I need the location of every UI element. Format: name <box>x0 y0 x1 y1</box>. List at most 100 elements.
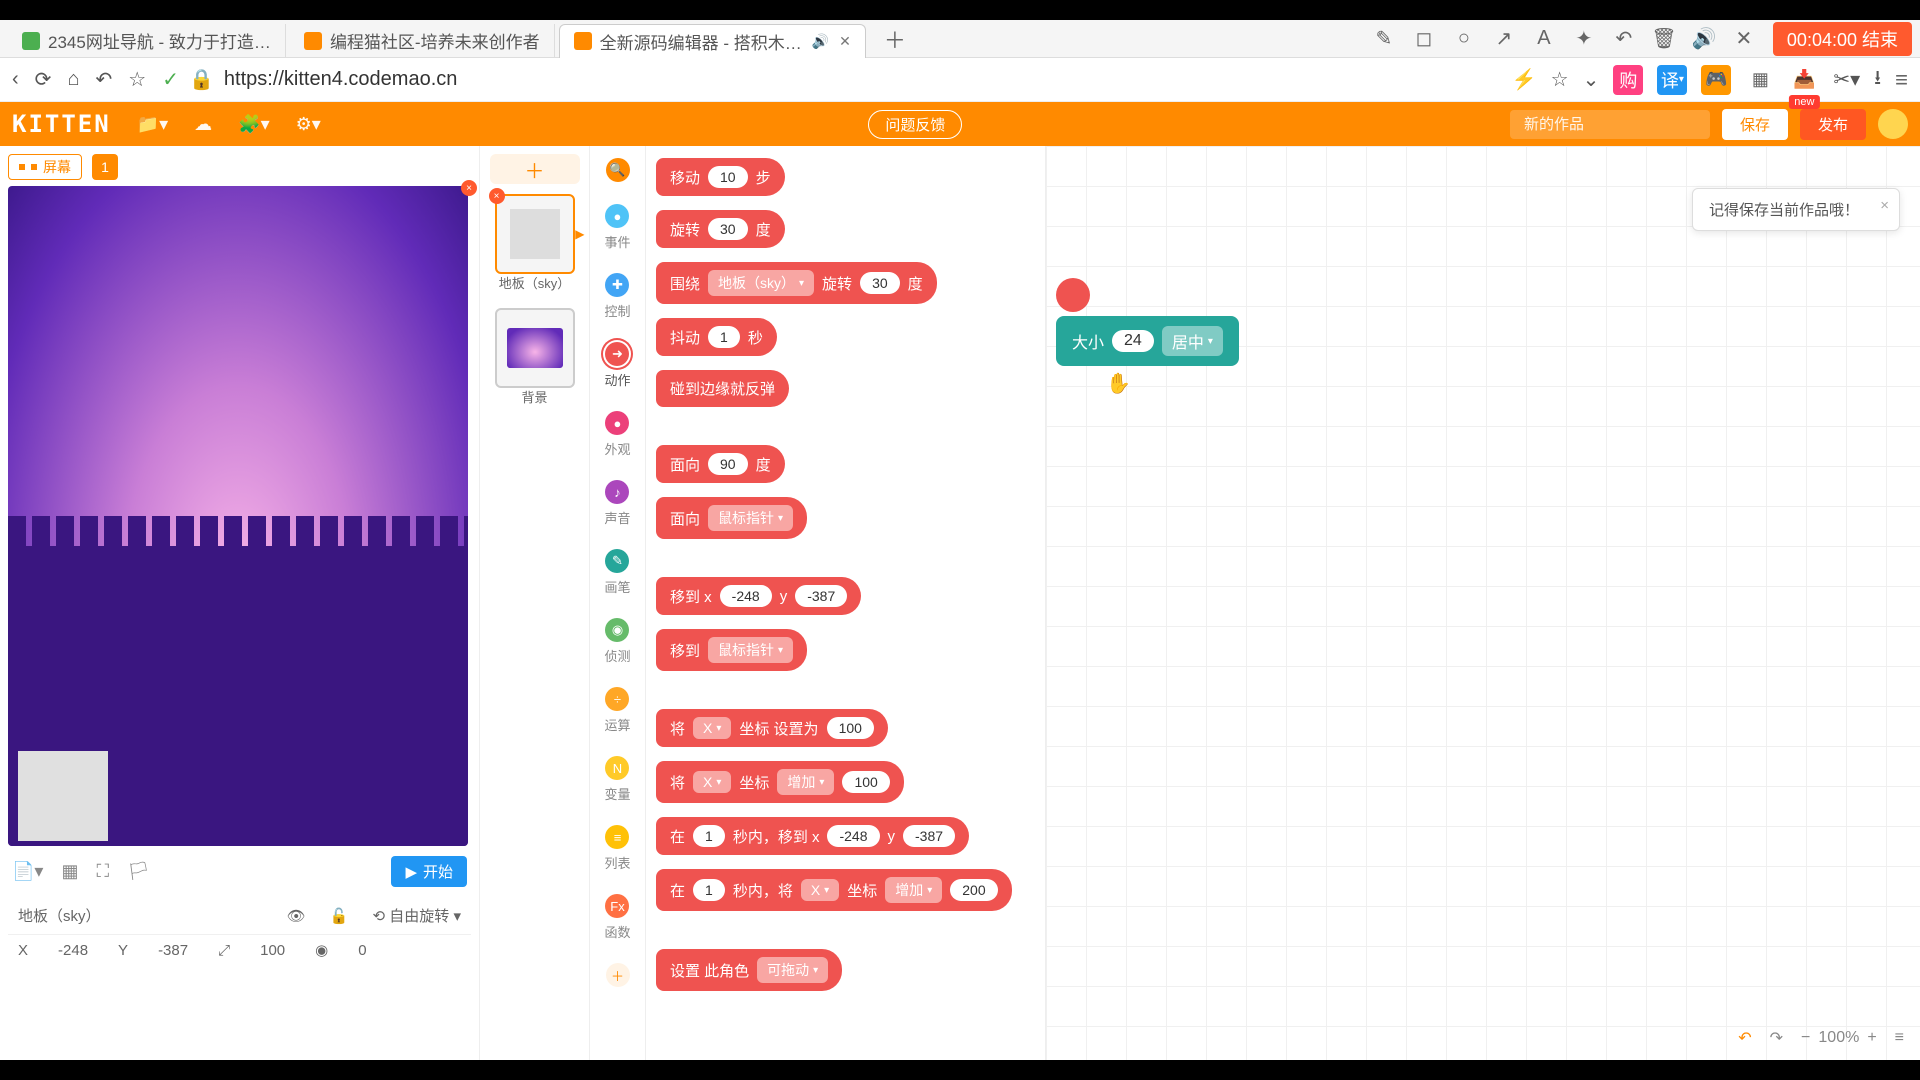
visibility-icon[interactable]: 👁 <box>287 907 306 925</box>
recording-timer[interactable]: 00:04:00 结束 <box>1773 22 1912 56</box>
project-name-input[interactable] <box>1510 110 1710 139</box>
browser-tab-2[interactable]: 编程猫社区-培养未来创作者 <box>290 24 555 58</box>
refresh-button[interactable]: ⟳ <box>35 67 52 92</box>
sprite-thumb-1[interactable]: × ▶ 地板（sky） <box>495 194 575 274</box>
cat-search[interactable]: 🔍 <box>606 158 630 182</box>
wand-icon[interactable]: ✦ <box>1573 28 1595 50</box>
lock-icon[interactable]: 🔓 <box>330 907 349 925</box>
url-field[interactable]: ✓ 🔒 https://kitten4.codemao.cn <box>162 67 1496 92</box>
arrow-icon[interactable]: ↗ <box>1493 28 1515 50</box>
cat-control[interactable]: ✚控制 <box>604 273 630 320</box>
screen-number[interactable]: 1 <box>92 154 118 180</box>
undo-icon[interactable]: ↶ <box>1738 1028 1751 1048</box>
start-button[interactable]: ▶ 开始 <box>391 856 467 887</box>
bookmark-icon[interactable]: ☆ <box>1551 67 1569 92</box>
grid-icon[interactable]: ▦ <box>61 861 78 882</box>
text-icon[interactable]: A <box>1533 28 1555 50</box>
home-button[interactable]: ⌂ <box>67 68 79 91</box>
canvas-block-stub[interactable] <box>1056 278 1090 312</box>
back-button[interactable]: ‹ <box>12 68 19 91</box>
sprite-name-field[interactable]: 地板（sky） <box>18 905 263 926</box>
cat-ops[interactable]: ÷运算 <box>604 687 630 734</box>
cloud-icon[interactable]: ☁ <box>194 114 212 135</box>
trash-icon[interactable]: 🗑 <box>1653 28 1675 50</box>
stage-close-icon[interactable]: × <box>461 180 477 196</box>
chevron-down-icon[interactable]: ⌄ <box>1583 67 1600 92</box>
canvas-block-size[interactable]: 大小 24 居中 <box>1056 316 1239 366</box>
cat-funcs[interactable]: Fx函数 <box>604 894 630 941</box>
cat-sound[interactable]: ♪声音 <box>604 480 630 527</box>
record-icon[interactable]: ○ <box>1453 28 1475 50</box>
download-icon[interactable]: 📥new <box>1789 65 1819 95</box>
star-button[interactable]: ☆ <box>128 67 146 92</box>
block-set-coord[interactable]: 将X坐标 设置为100 <box>656 709 888 747</box>
block-glide-xy[interactable]: 在1秒内，移到 x-248y-387 <box>656 817 969 855</box>
block-move[interactable]: 移动10步 <box>656 158 785 196</box>
block-bounce[interactable]: 碰到边缘就反弹 <box>656 370 789 407</box>
zoom-out-icon[interactable]: − <box>1801 1029 1810 1047</box>
new-tab-button[interactable]: ＋ <box>870 23 920 55</box>
block-rotate[interactable]: 旋转30度 <box>656 210 785 248</box>
menu-icon[interactable]: ≡ <box>1895 67 1908 93</box>
speaker-icon[interactable]: 🔊 <box>812 33 829 50</box>
flash-icon[interactable]: ⚡ <box>1512 67 1537 92</box>
cat-events[interactable]: ●事件 <box>604 204 630 251</box>
script-canvas[interactable]: 大小 24 居中 ✋ ↶ ↷ − 100% + ≡ <box>1046 146 1920 1060</box>
zoom-in-icon[interactable]: + <box>1867 1029 1876 1047</box>
file-menu-icon[interactable]: 📁▾ <box>137 114 168 135</box>
block-change-coord[interactable]: 将X坐标增加100 <box>656 761 904 803</box>
apps-icon[interactable]: ▦ <box>1745 65 1775 95</box>
stage-sprite[interactable] <box>18 751 108 841</box>
block-glide-change[interactable]: 在1秒内，将X坐标增加200 <box>656 869 1012 911</box>
publish-button[interactable]: 发布 <box>1800 109 1866 140</box>
block-face-mouse[interactable]: 面向鼠标指针 <box>656 497 807 539</box>
add-sprite-button[interactable]: ＋ <box>490 154 580 184</box>
fullscreen-icon[interactable]: ⛶ <box>96 861 109 882</box>
chevron-right-icon[interactable]: ▶ <box>575 227 584 241</box>
flag-icon[interactable]: 🏳 <box>127 861 150 882</box>
undo-icon[interactable]: ↶ <box>1613 28 1635 50</box>
browser-tab-1[interactable]: 2345网址导航 - 致力于打造… <box>8 24 286 58</box>
stage-canvas[interactable] <box>8 186 468 846</box>
close-toast-icon[interactable]: × <box>1880 197 1889 214</box>
browser-tab-3[interactable]: 全新源码编辑器 - 搭积木… 🔊 ✕ <box>559 24 866 58</box>
stop-icon[interactable]: ◻ <box>1413 28 1435 50</box>
undo-nav-button[interactable]: ↶ <box>96 67 113 92</box>
scissors-icon[interactable]: ✂▾ <box>1833 67 1860 92</box>
block-orbit[interactable]: 围绕地板（sky）旋转30度 <box>656 262 937 304</box>
block-shake[interactable]: 抖动1秒 <box>656 318 777 356</box>
rotation-mode[interactable]: ⟲ 自由旋转 ▾ <box>373 905 461 926</box>
avatar[interactable] <box>1878 109 1908 139</box>
screen-toggle[interactable]: 屏幕 <box>8 154 82 180</box>
cat-looks[interactable]: ●外观 <box>604 411 630 458</box>
block-goto-mouse[interactable]: 移到鼠标指针 <box>656 629 807 671</box>
edit-icon[interactable]: ✎ <box>1373 28 1395 50</box>
save-button[interactable]: 保存 <box>1722 109 1788 140</box>
cat-lists[interactable]: ≡列表 <box>604 825 630 872</box>
new-page-icon[interactable]: 📄▾ <box>12 861 43 882</box>
redo-icon[interactable]: ↷ <box>1770 1028 1783 1048</box>
download-arrow-icon[interactable]: ⭳ <box>1874 63 1881 97</box>
shopping-icon[interactable]: 购 <box>1613 65 1643 95</box>
x-value[interactable]: -248 <box>58 942 88 959</box>
gear-icon[interactable]: ⚙▾ <box>296 114 321 135</box>
cat-sensing[interactable]: ◉侦测 <box>604 618 630 665</box>
translate-icon[interactable]: 译▾ <box>1657 65 1687 95</box>
block-set-draggable[interactable]: 设置 此角色可拖动 <box>656 949 842 991</box>
close-icon[interactable]: ✕ <box>1733 28 1755 50</box>
cat-pen[interactable]: ✎画笔 <box>604 549 630 596</box>
volume-icon[interactable]: 🔊 <box>1693 28 1715 50</box>
size-value[interactable]: 100 <box>260 942 285 959</box>
cat-vars[interactable]: N变量 <box>604 756 630 803</box>
cat-motion[interactable]: ➜动作 <box>604 342 630 389</box>
game-icon[interactable]: 🎮 <box>1701 65 1731 95</box>
blocks-palette[interactable]: 移动10步 旋转30度 围绕地板（sky）旋转30度 抖动1秒 碰到边缘就反弹 … <box>646 146 1046 1060</box>
align-icon[interactable]: ≡ <box>1895 1029 1904 1047</box>
block-goto-xy[interactable]: 移到 x-248y-387 <box>656 577 861 615</box>
delete-sprite-icon[interactable]: × <box>489 188 505 204</box>
cat-add[interactable]: ＋ <box>606 963 630 987</box>
sprite-thumb-bg[interactable]: 背景 <box>495 308 575 388</box>
feedback-button[interactable]: 问题反馈 <box>868 110 962 139</box>
close-tab-icon[interactable]: ✕ <box>839 33 851 50</box>
direction-value[interactable]: 0 <box>358 942 366 959</box>
